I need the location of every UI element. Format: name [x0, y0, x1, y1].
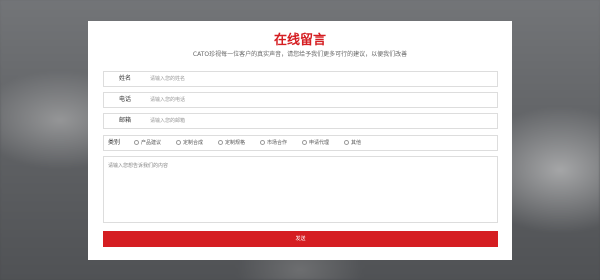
name-field-row: 姓名: [103, 71, 498, 87]
email-label: 邮箱: [118, 117, 131, 124]
category-option-label: 定制规格: [225, 140, 246, 146]
radio-icon[interactable]: [260, 140, 265, 145]
phone-field-row: 电话: [103, 92, 498, 108]
email-input[interactable]: [150, 114, 490, 128]
message-form-panel: 在线留言 CATO珍视每一位客户的真实声音，请您给予我们更多可行的建议，以便我们…: [88, 21, 512, 260]
category-label: 类别: [108, 139, 121, 146]
radio-icon[interactable]: [176, 140, 181, 145]
name-input[interactable]: [150, 72, 490, 86]
radio-icon[interactable]: [134, 140, 139, 145]
category-option-label: 定制合成: [183, 140, 204, 146]
form-title: 在线留言: [273, 33, 326, 48]
phone-label: 电话: [118, 96, 131, 103]
submit-button[interactable]: 发送: [103, 231, 498, 247]
category-option-label: 产品建议: [141, 140, 162, 146]
message-textarea[interactable]: [103, 156, 498, 223]
category-option-label: 其他: [351, 140, 362, 146]
form-subtitle: CATO珍视每一位客户的真实声音，请您给予我们更多可行的建议，以便我们改善: [192, 51, 408, 58]
radio-icon[interactable]: [218, 140, 223, 145]
phone-input[interactable]: [150, 93, 490, 107]
radio-icon[interactable]: [302, 140, 307, 145]
category-row: 类别 产品建议 定制合成 定制规格 市场合作 申请代理 其他: [103, 135, 498, 151]
email-field-row: 邮箱: [103, 113, 498, 129]
name-label: 姓名: [118, 75, 131, 82]
category-option-label: 市场合作: [267, 140, 288, 146]
radio-icon[interactable]: [344, 140, 349, 145]
category-option-label: 申请代理: [309, 140, 330, 146]
